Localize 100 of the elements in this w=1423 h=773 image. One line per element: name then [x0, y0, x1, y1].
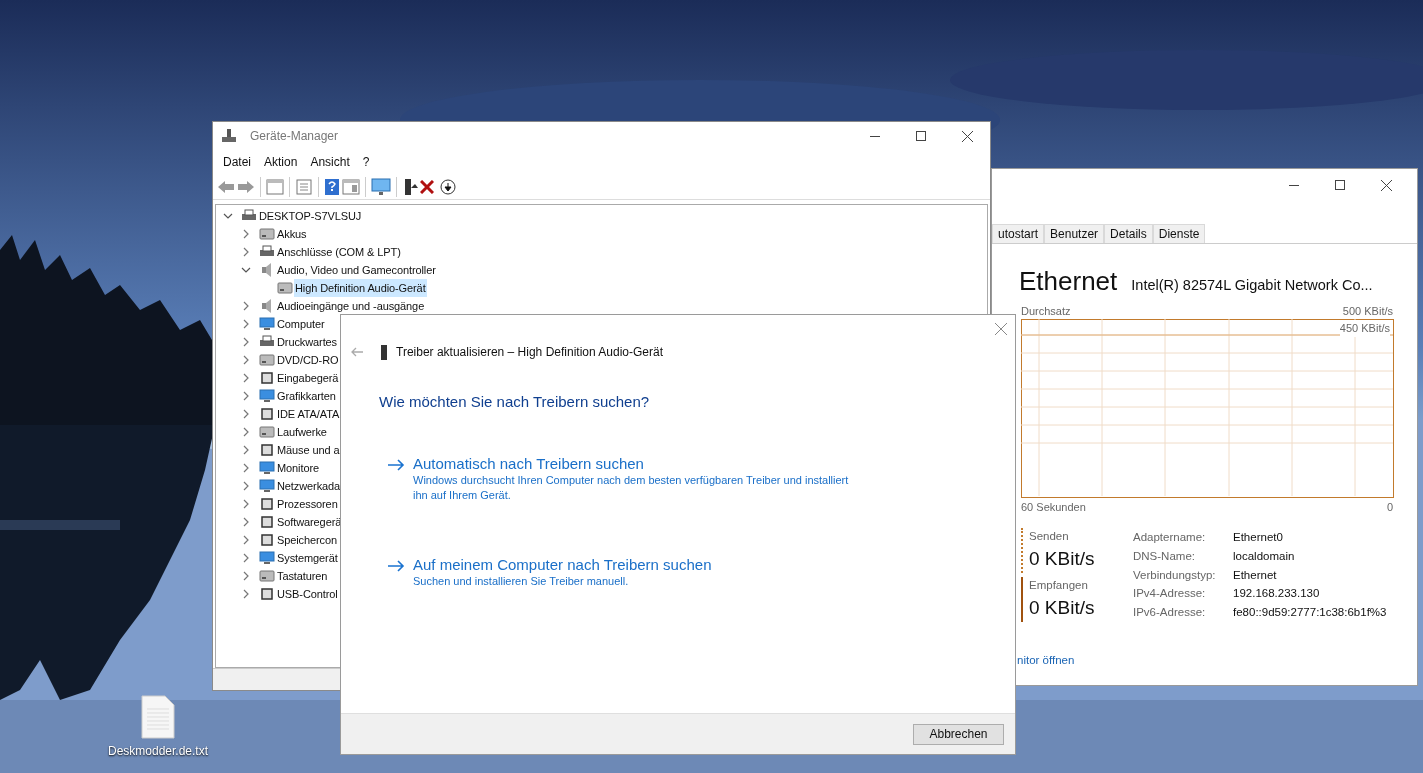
search-option[interactable]: Automatisch nach Treibern suchen Windows durchsucht Ihren Computer nach dem besten verfügbaren Treiber und installiert ihn auf Ihrem Gerät. — [387, 453, 1015, 503]
desktop-icon-label[interactable]: Deskmodder.de.txt — [107, 742, 209, 760]
maximize-icon[interactable] — [1335, 180, 1345, 190]
property-value: fe80::9d59:2777:1c38:6b1f%3 — [1233, 605, 1387, 621]
close-icon[interactable] — [1380, 179, 1392, 191]
tree-item[interactable]: Speichercon — [276, 531, 339, 549]
computer-icon — [259, 478, 275, 494]
receive-label: Empfangen — [1029, 578, 1089, 593]
tree-item[interactable]: USB-Control — [276, 585, 339, 603]
tree-item[interactable]: Druckwartes — [276, 333, 339, 351]
device-icon — [380, 344, 388, 360]
dialog-title: Treiber aktualisieren – High Definition Audio-Gerät — [396, 344, 664, 361]
text-file-icon[interactable] — [141, 695, 175, 739]
tree-item[interactable]: Audioeingänge und -ausgänge — [276, 297, 426, 315]
drive-icon — [259, 352, 275, 368]
window-title: Geräte-Manager — [250, 128, 339, 145]
resource-monitor-link[interactable]: nitor öffnen — [1017, 651, 1417, 669]
tree-item[interactable]: Computer — [276, 315, 326, 333]
option-description: Suchen und installieren Sie Treiber manuell. — [413, 573, 630, 589]
time-axis-end-label: 0 — [1386, 500, 1393, 516]
menu-item[interactable]: Aktion — [258, 153, 304, 171]
drive-icon — [259, 568, 275, 584]
dialog-question: Wie möchten Sie nach Treibern suchen? — [379, 392, 651, 412]
send-label: Senden — [1029, 528, 1070, 544]
section-heading: Ethernet — [1019, 266, 1118, 296]
chip-icon — [259, 496, 275, 512]
help-icon[interactable] — [324, 177, 340, 196]
scale-label: 450 KBit/s — [1339, 320, 1390, 337]
forward-icon[interactable] — [237, 178, 255, 195]
property-label: DNS-Name: — [1133, 548, 1196, 564]
minimize-icon[interactable] — [1289, 184, 1299, 186]
drive-icon — [277, 280, 293, 296]
monitor-icon[interactable] — [371, 177, 391, 196]
menu-item[interactable]: Datei — [217, 153, 257, 171]
option-title: Auf meinem Computer nach Treibern suchen — [413, 554, 713, 574]
minimize-icon[interactable] — [870, 135, 880, 137]
graph-title: Durchsatz — [1021, 303, 1071, 319]
tree-item[interactable]: DESKTOP-S7VLSUJ — [258, 207, 363, 225]
tree-item[interactable]: Softwaregerä — [276, 513, 343, 531]
tree-item[interactable]: Audio, Video und Gamecontroller — [276, 261, 437, 279]
search-option[interactable]: Auf meinem Computer nach Treibern suchen Suchen und installieren Sie Treiber manuell. — [387, 554, 1015, 589]
tree-item[interactable]: Netzwerkada — [276, 477, 342, 495]
receive-value: 0 KBit/s — [1029, 596, 1096, 621]
maximize-icon[interactable] — [916, 131, 926, 141]
adapter-name: Intel(R) 82574L Gigabit Network Co... — [1131, 276, 1373, 295]
tree-item[interactable]: Akkus — [276, 225, 308, 243]
property-value: Ethernet — [1233, 567, 1278, 583]
time-axis-label: 60 Sekunden — [1021, 500, 1086, 516]
computer-icon — [259, 460, 275, 476]
chip-icon — [259, 442, 275, 458]
axis-max-label: 500 KBit/s — [1342, 303, 1393, 319]
drive-icon — [259, 226, 275, 242]
tab[interactable]: Benutzer — [1044, 224, 1105, 243]
tree-item[interactable]: Grafikkarten — [276, 387, 337, 405]
tree-item[interactable]: Systemgerät — [276, 549, 339, 567]
arrow-right-icon — [387, 559, 405, 572]
property-value: localdomain — [1233, 548, 1296, 564]
drive-icon — [259, 424, 275, 440]
delete-icon[interactable] — [420, 179, 434, 194]
computer-icon — [259, 550, 275, 566]
tree-item[interactable]: Tastaturen — [276, 567, 329, 585]
tree-item[interactable]: DVD/CD-RO — [276, 351, 340, 369]
tree-item[interactable]: High Definition Audio-Gerät — [294, 279, 427, 297]
cancel-button[interactable]: Abbrechen — [913, 723, 1004, 745]
back-arrow-icon[interactable] — [350, 346, 364, 358]
computer-icon — [259, 316, 275, 332]
property-value: Ethernet0 — [1233, 529, 1284, 545]
download-icon[interactable] — [440, 178, 456, 195]
tree-item[interactable]: Monitore — [276, 459, 320, 477]
property-label: Adaptername: — [1133, 529, 1207, 545]
chip-icon — [259, 586, 275, 602]
back-icon[interactable] — [217, 178, 235, 195]
chip-icon — [259, 370, 275, 386]
tree-item[interactable]: Mäuse und a — [276, 441, 341, 459]
arrow-right-icon — [387, 458, 405, 471]
computer-icon — [259, 388, 275, 404]
tree-item[interactable]: Eingabegerä — [276, 369, 340, 387]
property-value: 192.168.233.130 — [1233, 586, 1321, 602]
driver-update-icon[interactable] — [402, 177, 418, 196]
send-value: 0 KBit/s — [1029, 547, 1096, 571]
tree-item[interactable]: Prozessoren — [276, 495, 339, 513]
menu-item[interactable]: ? — [356, 153, 376, 171]
tab[interactable]: Details — [1104, 224, 1153, 243]
app-icon — [221, 128, 237, 144]
chip-icon — [259, 532, 275, 548]
tree-item[interactable]: Laufwerke — [276, 423, 328, 441]
chip-icon — [259, 406, 275, 422]
option-title: Automatisch nach Treibern suchen — [413, 453, 645, 473]
option-description: Windows durchsucht Ihren Computer nach dem besten verfügbaren Treiber und installiert ihn auf Ihrem Gerät. — [413, 472, 850, 503]
close-icon[interactable] — [961, 130, 973, 142]
tree-item[interactable]: Anschlüsse (COM & LPT) — [276, 243, 402, 261]
property-label: Verbindungstyp: — [1133, 567, 1217, 583]
menu-item[interactable]: Ansicht — [304, 153, 356, 171]
property-label: IPv6-Adresse: — [1133, 605, 1207, 621]
tab[interactable]: Dienste — [1152, 224, 1206, 243]
chip-icon — [259, 514, 275, 530]
tab[interactable]: utostart — [992, 224, 1045, 243]
panel-icon[interactable] — [342, 178, 360, 195]
tree-item[interactable]: IDE ATA/ATA — [276, 405, 341, 423]
property-label: IPv4-Adresse: — [1133, 586, 1207, 602]
